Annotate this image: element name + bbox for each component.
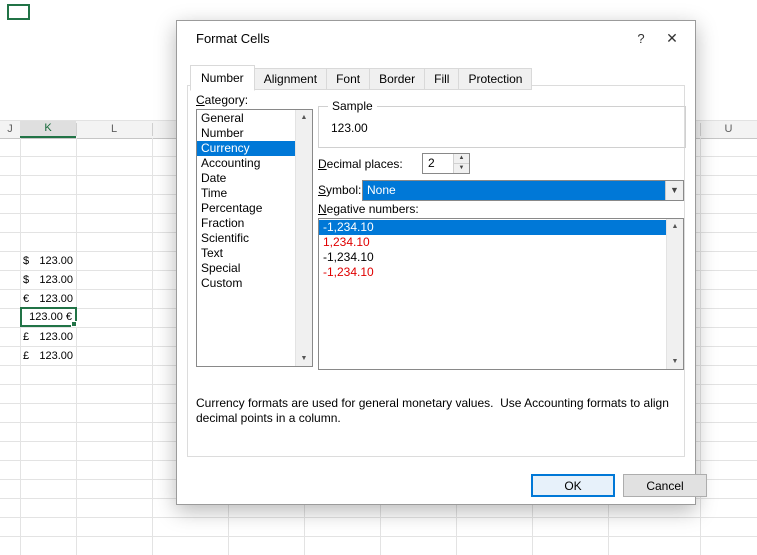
cell-amount: 123.00 xyxy=(39,292,73,305)
category-item-currency[interactable]: Currency xyxy=(197,141,295,156)
excel-screen: J K L U $ 123.00 $ 123.00 € 123.00 123.0… xyxy=(0,0,757,555)
negative-format-option[interactable]: -1,234.10 xyxy=(319,220,666,235)
currency-symbol: $ xyxy=(23,273,30,286)
negative-numbers-label: Negative numbers: xyxy=(318,202,419,216)
description-text: Currency formats are used for general mo… xyxy=(196,396,673,425)
negative-format-option[interactable]: -1,234.10 xyxy=(319,250,666,265)
cell-euro-1[interactable]: € 123.00 xyxy=(20,289,76,308)
tab-page-number: Category: General Number Currency Accoun… xyxy=(187,85,686,457)
currency-symbol: € xyxy=(23,292,30,305)
tab-fill[interactable]: Fill xyxy=(424,68,460,90)
cancel-button[interactable]: Cancel xyxy=(623,474,707,497)
cell-amount: 123.00 xyxy=(39,273,73,286)
gridline-v xyxy=(76,138,77,555)
category-item-general[interactable]: General xyxy=(197,111,295,126)
gridline-v xyxy=(152,138,153,555)
symbol-label: Symbol: xyxy=(318,183,362,197)
tab-font[interactable]: Font xyxy=(326,68,371,90)
scroll-down-icon[interactable]: ▼ xyxy=(667,354,683,369)
category-item-text[interactable]: Text xyxy=(197,246,295,261)
header-separator xyxy=(152,123,153,136)
currency-symbol: £ xyxy=(23,349,30,362)
tab-border[interactable]: Border xyxy=(369,68,426,90)
negative-numbers-list: -1,234.10 1,234.10 -1,234.10 -1,234.10 ▲… xyxy=(318,218,684,370)
selection-indicator-box xyxy=(7,4,30,20)
cell-amount: 123.00 xyxy=(39,254,73,267)
sample-group: Sample 123.00 xyxy=(318,99,686,148)
spinner: ▲ ▼ xyxy=(453,154,469,173)
category-item-time[interactable]: Time xyxy=(197,186,295,201)
negative-numbers-items: -1,234.10 1,234.10 -1,234.10 -1,234.10 xyxy=(319,219,666,369)
spin-down-icon[interactable]: ▼ xyxy=(454,164,469,173)
sample-label: Sample xyxy=(328,99,377,113)
scroll-track[interactable] xyxy=(667,234,683,354)
cell-dollar-1[interactable]: $ 123.00 xyxy=(20,251,76,270)
category-scrollbar[interactable]: ▲ ▼ xyxy=(295,110,312,366)
category-list: General Number Currency Accounting Date … xyxy=(196,109,313,367)
decimal-places-value: 2 xyxy=(428,156,435,170)
close-icon[interactable]: ✕ xyxy=(655,30,689,47)
scroll-down-icon[interactable]: ▼ xyxy=(296,351,312,366)
category-label: Category: xyxy=(196,93,249,107)
dropdown-arrow-icon[interactable]: ▼ xyxy=(665,181,683,200)
dialog-title: Format Cells xyxy=(196,30,270,46)
currency-symbol: $ xyxy=(23,254,30,267)
help-icon[interactable]: ? xyxy=(627,31,655,46)
symbol-selected-value: None xyxy=(367,183,396,197)
decimal-places-label: Decimal places: xyxy=(318,157,403,171)
scroll-up-icon[interactable]: ▲ xyxy=(296,110,312,125)
category-item-date[interactable]: Date xyxy=(197,171,295,186)
tab-strip: Number Alignment Font Border Fill Protec… xyxy=(190,65,533,91)
tab-alignment[interactable]: Alignment xyxy=(253,68,328,90)
symbol-dropdown[interactable]: None ▼ xyxy=(362,180,684,201)
scroll-up-icon[interactable]: ▲ xyxy=(667,219,683,234)
cell-amount: 123.00 xyxy=(39,330,73,343)
tab-number[interactable]: Number xyxy=(190,65,255,91)
column-header-l[interactable]: L xyxy=(76,121,152,138)
category-list-items: General Number Currency Accounting Date … xyxy=(197,110,295,366)
active-cell-euro[interactable]: 123.00 € xyxy=(20,307,77,327)
ok-button[interactable]: OK xyxy=(531,474,615,497)
cell-amount: 123.00 € xyxy=(29,311,72,323)
sample-value: 123.00 xyxy=(331,121,368,135)
column-header-k-selected[interactable]: K xyxy=(20,121,76,138)
category-item-number[interactable]: Number xyxy=(197,126,295,141)
cell-amount: 123.00 xyxy=(39,349,73,362)
decimal-places-input[interactable]: 2 ▲ ▼ xyxy=(422,153,470,174)
category-item-fraction[interactable]: Fraction xyxy=(197,216,295,231)
scroll-track[interactable] xyxy=(296,125,312,351)
negative-list-scrollbar[interactable]: ▲ ▼ xyxy=(666,219,683,369)
cell-dollar-2[interactable]: $ 123.00 xyxy=(20,270,76,289)
currency-symbol: £ xyxy=(23,330,30,343)
category-item-scientific[interactable]: Scientific xyxy=(197,231,295,246)
negative-format-option[interactable]: 1,234.10 xyxy=(319,235,666,250)
column-header-u[interactable]: U xyxy=(700,121,757,138)
negative-format-option[interactable]: -1,234.10 xyxy=(319,265,666,280)
cell-pound-1[interactable]: £ 123.00 xyxy=(20,327,76,346)
category-item-accounting[interactable]: Accounting xyxy=(197,156,295,171)
tab-protection[interactable]: Protection xyxy=(458,68,533,90)
column-header-j[interactable]: J xyxy=(0,121,20,138)
category-item-special[interactable]: Special xyxy=(197,261,295,276)
spin-up-icon[interactable]: ▲ xyxy=(454,154,469,164)
category-item-custom[interactable]: Custom xyxy=(197,276,295,291)
dialog-titlebar[interactable]: Format Cells ? ✕ xyxy=(177,21,695,55)
cell-pound-2[interactable]: £ 123.00 xyxy=(20,346,76,365)
format-cells-dialog: Format Cells ? ✕ Number Alignment Font B… xyxy=(176,20,707,505)
category-item-percentage[interactable]: Percentage xyxy=(197,201,295,216)
